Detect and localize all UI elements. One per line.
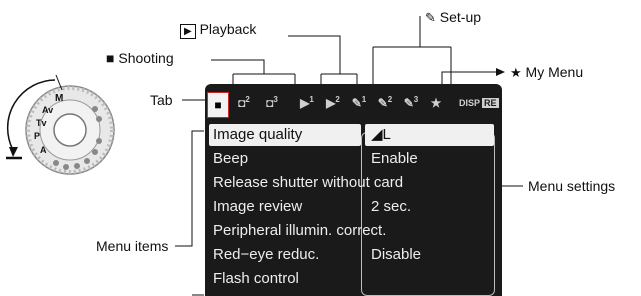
menu-item-image-review[interactable]: Image review 2 sec. bbox=[205, 196, 502, 220]
playback-icon: ▶1 bbox=[300, 95, 314, 110]
menu-item-label: Flash control bbox=[213, 270, 299, 287]
disp-indicator: DISP RE bbox=[459, 98, 499, 108]
menu-item-label: Peripheral illumin. correct. bbox=[213, 222, 387, 239]
menu-item-image-quality[interactable]: Image quality ◢L bbox=[205, 124, 502, 148]
menu-item-value: ◢L bbox=[365, 124, 494, 146]
tab-shooting-1[interactable]: ■ bbox=[207, 92, 229, 118]
tab-setup-1[interactable]: ✎1 bbox=[347, 90, 371, 115]
dial-label-p: P bbox=[34, 131, 40, 141]
callout-setup: ✎ Set-up bbox=[425, 9, 482, 25]
menu-item-value: Enable bbox=[371, 150, 418, 167]
callout-menu-settings: Menu settings bbox=[528, 178, 616, 194]
menu-item-label: Image review bbox=[213, 198, 303, 215]
camera-icon: ◘3 bbox=[266, 95, 278, 110]
callout-menu-items: Menu items bbox=[96, 238, 169, 254]
callout-tab: Tab bbox=[150, 92, 173, 108]
wrench-icon: ✎3 bbox=[403, 95, 419, 110]
tab-my-menu[interactable]: ★ bbox=[425, 90, 447, 115]
playback-icon: ▶ bbox=[180, 24, 196, 39]
dial-label-m: M bbox=[55, 93, 63, 104]
wrench-icon: ✎ bbox=[425, 10, 436, 25]
menu-item-value: 2 sec. bbox=[371, 198, 412, 215]
star-icon: ★ bbox=[430, 95, 442, 110]
wrench-icon: ✎1 bbox=[351, 95, 367, 110]
menu-tab-bar: ■ ◘2 ◘3 ▶1 ▶2 ✎1 ✎2 ✎3 ★ DISP RE bbox=[205, 84, 502, 120]
mode-dial: M Av Tv P A bbox=[6, 74, 115, 175]
callout-playback: ▶ Playback bbox=[180, 21, 256, 39]
menu-item-flash-control[interactable]: Flash control bbox=[205, 268, 502, 292]
menu-item-release-shutter[interactable]: Release shutter without card bbox=[205, 172, 502, 196]
camera-icon: ■ bbox=[214, 98, 222, 112]
menu-item-beep[interactable]: Beep Enable bbox=[205, 148, 502, 172]
tab-setup-2[interactable]: ✎2 bbox=[373, 90, 397, 115]
arrow-head-icon bbox=[9, 147, 18, 157]
tab-setup-3[interactable]: ✎3 bbox=[399, 90, 423, 115]
dial-label-av: Av bbox=[42, 105, 53, 115]
tab-shooting-3[interactable]: ◘3 bbox=[259, 90, 285, 115]
tab-playback-2[interactable]: ▶2 bbox=[321, 90, 345, 115]
tab-shooting-2[interactable]: ◘2 bbox=[231, 90, 257, 115]
menu-item-value: Disable bbox=[371, 246, 422, 263]
dial-label-tv: Tv bbox=[36, 118, 47, 128]
menu-item-label: Image quality bbox=[209, 124, 361, 146]
menu-item-peripheral-illumin[interactable]: Peripheral illumin. correct. bbox=[205, 220, 502, 244]
dial-label-a: A bbox=[40, 145, 47, 155]
wrench-icon: ✎2 bbox=[377, 95, 393, 110]
playback-icon: ▶2 bbox=[326, 95, 340, 110]
star-icon: ★ bbox=[510, 65, 522, 80]
lcd-menu-screen: ■ ◘2 ◘3 ▶1 ▶2 ✎1 ✎2 ✎3 ★ DISP RE Image qu… bbox=[205, 84, 502, 296]
menu-item-label: Red−eye reduc. bbox=[213, 246, 320, 263]
callout-my-menu: ★ My Menu bbox=[510, 64, 584, 80]
menu-item-label: Beep bbox=[213, 150, 249, 167]
menu-item-label: Release shutter without card bbox=[213, 174, 404, 191]
tab-playback-1[interactable]: ▶1 bbox=[295, 90, 319, 115]
menu-item-red-eye[interactable]: Red−eye reduc. Disable bbox=[205, 244, 502, 268]
camera-icon: ◘2 bbox=[238, 95, 250, 110]
